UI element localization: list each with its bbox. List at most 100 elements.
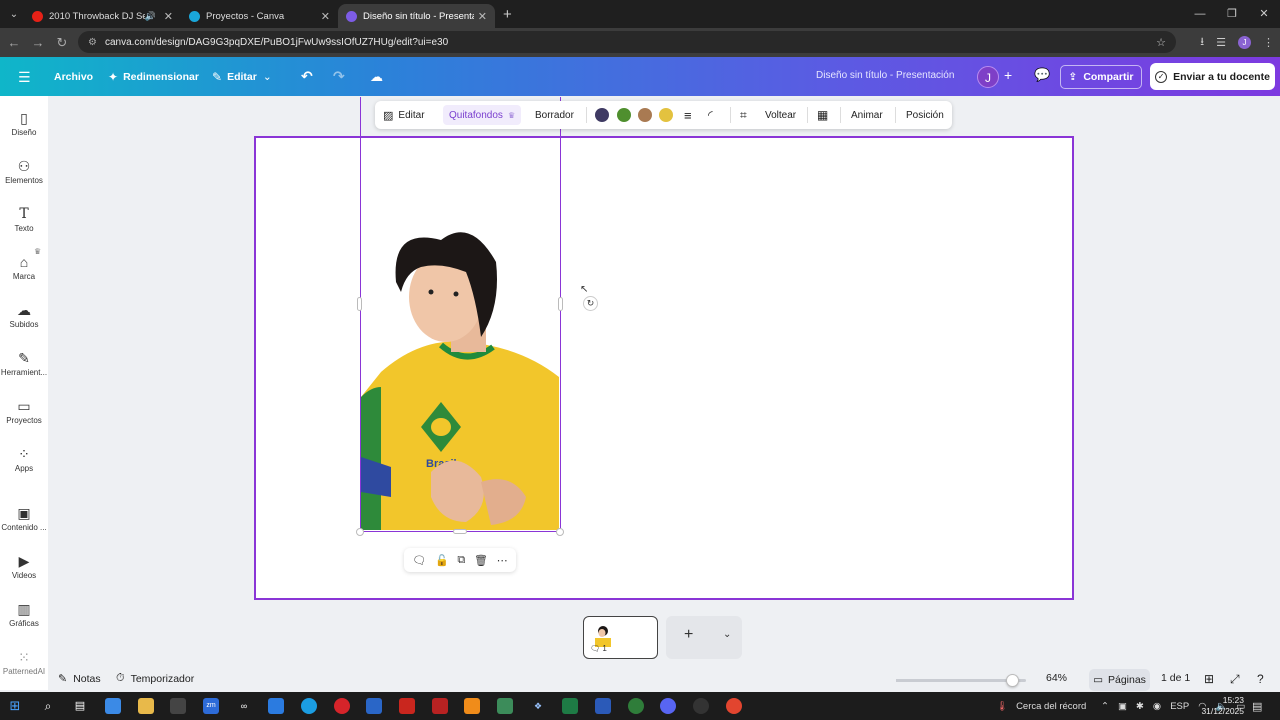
animate-button[interactable]: Animar <box>851 101 883 129</box>
close-tab-icon[interactable]: ✕ <box>164 10 173 23</box>
calculator-icon[interactable] <box>366 698 382 714</box>
background-remover-button[interactable]: Quitafondos ♛ <box>443 105 522 125</box>
duplicate-icon[interactable]: ⧉ <box>457 554 465 567</box>
hamburger-menu-icon[interactable]: ☰ <box>18 69 31 86</box>
bluetooth-icon[interactable]: ✱ <box>1136 701 1144 712</box>
menu-dots-icon[interactable]: ⋮ <box>1263 36 1274 49</box>
download-icon[interactable]: ⭳ <box>1200 33 1204 52</box>
file-menu-button[interactable]: Archivo <box>54 57 93 96</box>
edit-mode-button[interactable]: ✎ Editar ⌄ <box>212 57 272 96</box>
comment-icon[interactable]: 💬 <box>1034 67 1050 83</box>
url-field[interactable]: ⚙ canva.com/design/DAG9G3pqDXE/PuBO1jFwU… <box>78 31 1176 53</box>
chevron-down-icon[interactable]: ⌄ <box>723 629 731 640</box>
task-view-icon[interactable]: ▤ <box>72 698 88 714</box>
edge-icon[interactable] <box>301 698 317 714</box>
position-button[interactable]: Posición <box>906 101 944 129</box>
word-icon[interactable] <box>595 698 611 714</box>
color-swatch[interactable] <box>595 108 609 122</box>
sidebar-item-design[interactable]: ▯ Diseño <box>0 110 48 137</box>
border-style-icon[interactable]: ≡ <box>684 101 692 129</box>
edit-image-button[interactable]: ▨ Editar <box>383 101 425 129</box>
copilot-icon[interactable] <box>105 698 121 714</box>
color-swatch[interactable] <box>659 108 673 122</box>
sidebar-item-content[interactable]: ▣ Contenido ... <box>0 505 48 532</box>
vlc-icon[interactable] <box>464 698 480 714</box>
grid-view-icon[interactable]: ⊞ <box>1204 672 1214 686</box>
reading-list-icon[interactable]: ☰ <box>1216 36 1226 49</box>
resize-handle-bottom-right[interactable] <box>556 528 564 536</box>
bookmark-star-icon[interactable]: ☆ <box>1156 36 1166 49</box>
excel-icon[interactable] <box>562 698 578 714</box>
dropbox-icon[interactable]: ❖ <box>530 698 546 714</box>
lock-icon[interactable]: 🔓 <box>435 554 449 567</box>
tray-app-icon[interactable]: ◉ <box>1153 701 1161 712</box>
acrobat-icon[interactable] <box>399 698 415 714</box>
browser-tab-design[interactable]: Diseño sin título - Presentación ✕ <box>338 4 495 28</box>
sidebar-item-tools[interactable]: ✎ Herramient... <box>0 350 48 377</box>
sidebar-item-text[interactable]: T Texto <box>0 206 48 233</box>
pages-view-button[interactable]: ▭ Páginas <box>1089 669 1150 691</box>
zoom-slider-knob[interactable] <box>1006 674 1020 687</box>
comment-add-icon[interactable]: 🗨 <box>412 554 426 567</box>
sidebar-item-projects[interactable]: ▭ Proyectos <box>0 398 48 425</box>
forward-icon[interactable]: → <box>26 35 50 50</box>
flip-button[interactable]: Voltear <box>765 101 796 129</box>
back-icon[interactable]: ← <box>2 35 26 50</box>
minimize-icon[interactable]: — <box>1184 0 1216 28</box>
transparency-icon[interactable]: ▦ <box>817 101 828 129</box>
sidebar-item-videos[interactable]: ▶ Videos <box>0 553 48 580</box>
tab-search-icon[interactable]: ⌄ <box>4 4 24 24</box>
add-collaborator-icon[interactable]: + <box>1004 67 1012 83</box>
discord-icon[interactable] <box>660 698 676 714</box>
app-icon[interactable] <box>268 698 284 714</box>
chrome-icon[interactable] <box>628 698 644 714</box>
trash-icon[interactable]: 🗑 <box>474 554 488 567</box>
windows-start-icon[interactable]: ⊞ <box>7 698 23 714</box>
color-swatch[interactable] <box>638 108 652 122</box>
zoom-app-icon[interactable]: zm <box>203 698 219 714</box>
more-options-icon[interactable]: ⋯ <box>497 554 508 567</box>
undo-icon[interactable]: ↶ <box>301 57 313 96</box>
zoom-percent[interactable]: 64% <box>1046 672 1067 684</box>
link-app-icon[interactable]: ∞ <box>236 698 252 714</box>
sidebar-item-elements[interactable]: ⚇ Elementos <box>0 158 48 185</box>
resize-handle-bottom-left[interactable] <box>356 528 364 536</box>
send-to-teacher-button[interactable]: ✓ Enviar a tu docente <box>1150 63 1275 90</box>
weather-widget[interactable]: 🌡 Cerca del récord <box>996 692 1086 720</box>
speaker-icon[interactable]: 🔊 <box>145 11 156 22</box>
browser-tab-youtube[interactable]: 2010 Throwback DJ Set (Ri… 🔊 ✕ <box>24 4 181 28</box>
document-title[interactable]: Diseño sin título - Presentación <box>816 70 954 81</box>
app-orange-icon[interactable] <box>726 698 742 714</box>
new-tab-icon[interactable]: + <box>503 6 512 23</box>
browser-tab-projects[interactable]: Proyectos - Canva ✕ <box>181 4 338 28</box>
tray-app-icon[interactable]: ▣ <box>1118 701 1127 712</box>
notes-button[interactable]: ✎ Notas <box>58 672 101 686</box>
corner-radius-icon[interactable]: ◜ <box>708 101 713 129</box>
sidebar-item-brand[interactable]: ⌂ Marca <box>0 254 48 281</box>
selected-image-frame[interactable]: Brasil <box>360 97 561 532</box>
sidebar-item-patternedai[interactable]: ⁙ PatternedAI <box>0 649 48 676</box>
system-clock[interactable]: 15:23 31/12/2025 <box>1201 695 1244 717</box>
opera-icon[interactable] <box>334 698 350 714</box>
help-icon[interactable]: ? <box>1257 672 1264 686</box>
site-info-icon[interactable]: ⚙ <box>88 37 97 48</box>
chevron-up-icon[interactable]: ⌃ <box>1101 701 1109 712</box>
search-icon[interactable]: ⌕ <box>40 698 56 714</box>
color-swatch[interactable] <box>617 108 631 122</box>
close-window-icon[interactable]: ✕ <box>1248 0 1280 28</box>
sidebar-item-apps[interactable]: ⁘ Apps <box>0 446 48 473</box>
fullscreen-icon[interactable]: ⤢ <box>1230 672 1240 687</box>
profile-avatar[interactable]: J <box>1238 36 1251 49</box>
share-button[interactable]: ⇪ Compartir <box>1060 65 1142 89</box>
sidebar-item-uploads[interactable]: ☁ Subidos <box>0 302 48 329</box>
reload-icon[interactable]: ↻ <box>50 35 74 51</box>
add-page-button[interactable]: + ⌄ <box>666 616 742 659</box>
user-avatar[interactable]: J <box>977 66 999 88</box>
crop-icon[interactable]: ⌗ <box>740 101 747 129</box>
restore-icon[interactable]: ❐ <box>1216 0 1248 28</box>
sidebar-item-charts[interactable]: ▥ Gráficas <box>0 601 48 628</box>
resize-handle-right[interactable] <box>558 297 563 311</box>
store-icon[interactable] <box>170 698 186 714</box>
cloud-save-icon[interactable]: ☁ <box>370 57 383 96</box>
close-tab-icon[interactable]: ✕ <box>478 10 487 23</box>
